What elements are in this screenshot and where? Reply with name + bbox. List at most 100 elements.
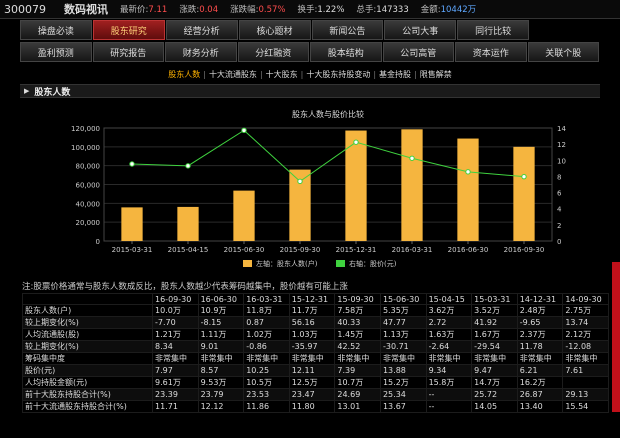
table-cell (562, 376, 609, 390)
table-cell: 非常集中 (516, 352, 564, 366)
nav-tab[interactable]: 财务分析 (165, 42, 237, 62)
table-cell: 12.5万 (288, 376, 336, 390)
stock-name: 数码视讯 (64, 3, 108, 16)
subnav-link[interactable]: 股东人数 (165, 70, 203, 79)
table-cell: 1.45万 (334, 328, 381, 342)
table-cell: 非常集中 (288, 352, 336, 366)
nav-tab[interactable]: 盈利预测 (20, 42, 92, 62)
quote-label: 金额: (420, 5, 441, 15)
subnav-link[interactable]: 十大股东 (263, 70, 301, 79)
nav-tab[interactable]: 核心题材 (238, 20, 311, 40)
table-cell: 23.53 (243, 388, 290, 402)
column-header: 15-04-15 (425, 292, 473, 306)
quote-label: 最新价: (120, 5, 149, 15)
nav-row: 操盘必读 股东研究 经营分析 核心题材 新闻公告 公司大事 同行比较 (20, 20, 600, 40)
nav-tab[interactable]: 操盘必读 (20, 20, 92, 40)
price-point (129, 161, 135, 167)
column-header: 16-09-30 (152, 292, 199, 306)
table-cell: 6.21 (516, 364, 564, 378)
table-cell: 1.63万 (425, 328, 473, 342)
row-label: 股价(元) (22, 364, 153, 378)
nav-tab[interactable]: 公司大事 (384, 20, 457, 40)
table-cell: 11.71 (152, 400, 199, 414)
price-point (353, 139, 359, 145)
nav-tab[interactable]: 关联个股 (527, 42, 599, 62)
subnav-link[interactable]: 限售解禁 (417, 70, 455, 79)
table-row: 股价(元) 7.97 8.57 10.25 12.11 7.39 13.88 9.34 9.47… (22, 364, 609, 378)
table-cell: 25.72 (471, 388, 518, 402)
table-cell: 23.39 (152, 388, 199, 402)
column-header: 16-03-31 (243, 292, 290, 306)
nav-tab[interactable]: 股本结构 (310, 42, 382, 62)
chart-note: 注:股票价格通常与股东人数成反比，股东人数越少代表筹码越集中，股价越有可能上涨 (22, 282, 348, 292)
quote-label: 总手: (356, 5, 377, 15)
nav-tab[interactable]: 资本运作 (455, 42, 527, 62)
table-cell: 非常集中 (152, 352, 199, 366)
table-cell: 7.39 (334, 364, 381, 378)
column-header: 15-12-31 (288, 292, 336, 306)
nav-tab[interactable]: 股东研究 (92, 20, 165, 40)
table-header-row: 16-09-30 16-06-30 16-03-31 15-12-31 15-09-30… (22, 292, 609, 306)
nav-tab[interactable]: 分红融资 (237, 42, 309, 62)
subnav-link[interactable]: 基金持股 (376, 70, 414, 79)
column-header: 14-09-30 (562, 292, 609, 306)
nav-tab[interactable]: 新闻公告 (311, 20, 384, 40)
table-cell: 非常集中 (379, 352, 427, 366)
y-left-tick-label: 60,000 (76, 182, 101, 190)
y-right-tick-label: 14 (557, 125, 566, 133)
section-title: 股东人数 (34, 87, 71, 98)
nav-tab[interactable]: 经营分析 (165, 20, 238, 40)
y-right-tick-label: 2 (557, 222, 561, 230)
quote-header: 300079 数码视讯 最新价:7.11 涨跌:0.04 涨跌幅:0.57% 换手:1… (0, 0, 620, 19)
table-cell: 非常集中 (243, 352, 290, 366)
table-cell: 非常集中 (425, 352, 473, 366)
table-cell: 13.40 (516, 400, 564, 414)
row-label: 前十大股东持股合计(%) (22, 388, 153, 402)
nav-tab[interactable]: 公司高管 (382, 42, 454, 62)
nav-tab[interactable]: 同行比较 (457, 20, 530, 40)
table-cell: 2.75万 (562, 304, 609, 318)
table-cell: 12.12 (197, 400, 245, 414)
side-tab[interactable] (612, 262, 620, 412)
row-label: 股东人数(户) (22, 304, 153, 318)
table-row: 人均持股金额(元) 9.61万 9.53万 10.5万 12.5万 10.7万 15.2万 1… (22, 376, 609, 390)
table-cell: 12.11 (288, 364, 336, 378)
price-point (185, 163, 191, 169)
table-cell: 非常集中 (197, 352, 245, 366)
table-cell: 7.58万 (334, 304, 381, 318)
collapse-triangle-icon[interactable]: ▶ (24, 87, 29, 95)
x-tick-label: 2015-12-31 (336, 246, 377, 254)
table-cell: 47.77 (379, 316, 427, 330)
table-cell: 8.34 (152, 340, 199, 354)
price-point (465, 169, 471, 175)
table-cell: 1.03万 (288, 328, 336, 342)
legend-swatch-bars (243, 260, 252, 267)
table-cell: 1.21万 (152, 328, 199, 342)
table-cell: 15.2万 (379, 376, 427, 390)
quote-label: 换手: (297, 5, 318, 15)
table-row: 人均流通股(股) 1.21万 1.11万 1.02万 1.03万 1.45万 1.13万 1.… (22, 328, 609, 342)
table-cell: 11.8万 (243, 304, 290, 318)
table-cell: 2.72 (425, 316, 473, 330)
table-cell: 29.13 (562, 388, 609, 402)
table-cell: 5.35万 (379, 304, 427, 318)
table-cell: 1.67万 (471, 328, 518, 342)
nav-tab[interactable]: 研究报告 (92, 42, 164, 62)
quote-value: 10442万 (440, 5, 477, 15)
subnav-link[interactable]: 十大股东持股变动 (303, 70, 373, 79)
shareholder-chart: 股东人数与股价比较 0 20,000 40,000 60,000 80,000 100,00… (71, 109, 566, 268)
y-right-tick-label: 0 (557, 238, 561, 246)
y-right-tick-label: 10 (557, 157, 566, 165)
table-cell: 7.61 (562, 364, 609, 378)
row-label: 人均持股金额(元) (22, 376, 153, 390)
column-header: 16-06-30 (197, 292, 245, 306)
bar (401, 129, 423, 241)
price-point (521, 173, 527, 180)
table-cell: -2.64 (425, 340, 473, 354)
x-tick-label: 2016-03-31 (392, 246, 433, 254)
bar (457, 138, 479, 241)
x-tick-label: 2015-09-30 (280, 246, 321, 254)
subnav-link[interactable]: 十大流通股东 (206, 70, 260, 79)
y-left-tick-label: 120,000 (71, 125, 100, 133)
table-cell: 9.61万 (152, 376, 199, 390)
